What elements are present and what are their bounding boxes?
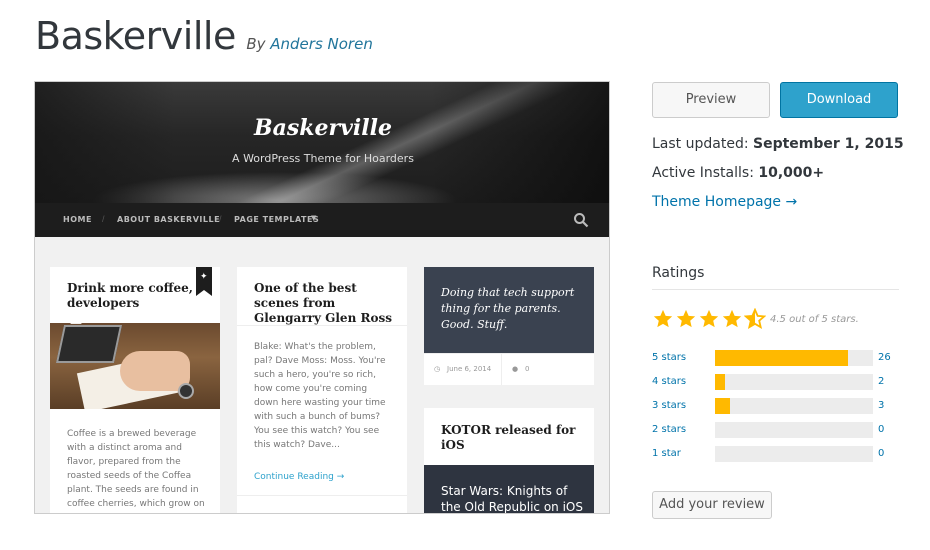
rating-row[interactable]: 4 stars 2	[652, 374, 900, 390]
rating-row-count[interactable]: 2	[878, 376, 884, 387]
preview-navbar: HOME / ABOUT BASKERVILLE / PAGE TEMPLATE…	[35, 203, 609, 237]
post-title: Drink more coffee, developers	[67, 281, 193, 310]
quote-text: Doing that tech support thing for the pa…	[441, 286, 575, 331]
rating-bar-fill	[715, 350, 848, 366]
post-date: June 6, 2014	[447, 365, 492, 373]
star-full-icon	[653, 309, 673, 328]
post-card: ✦ Drink more coffee, developers Coffee i…	[50, 267, 220, 513]
rating-row-count[interactable]: 3	[878, 400, 884, 411]
star-full-icon	[722, 309, 742, 328]
theme-name: Baskerville	[35, 14, 236, 58]
preview-button[interactable]: Preview	[652, 82, 770, 118]
clock-icon: ◷	[434, 365, 441, 373]
rating-bar-track	[715, 398, 873, 414]
post-excerpt: Blake: What's the problem, pal? Dave Mos…	[254, 342, 386, 450]
post-meta: ◷ June 6, 2014 ● 0	[424, 353, 594, 385]
rating-bar-track	[715, 350, 873, 366]
nav-home: HOME	[63, 215, 92, 224]
rating-bar-track	[715, 422, 873, 438]
rating-row[interactable]: 1 star 0	[652, 446, 900, 462]
star-full-icon	[699, 309, 719, 328]
star-half-icon	[744, 308, 766, 330]
installs-label: Active Installs:	[652, 165, 754, 181]
nav-page-templates: PAGE TEMPLATES	[234, 215, 320, 224]
last-updated: Last updated: September 1, 2015	[652, 136, 904, 152]
rating-bar-fill	[715, 398, 730, 414]
rating-row[interactable]: 2 stars 0	[652, 422, 900, 438]
last-updated-label: Last updated:	[652, 136, 749, 152]
theme-title: Baskerville By Anders Noren	[35, 14, 373, 58]
rating-row-count[interactable]: 26	[878, 352, 891, 363]
post-card: KOTOR released for iOS Star Wars: Knight…	[424, 408, 594, 514]
rating-row-label[interactable]: 1 star	[652, 448, 681, 459]
by-label: By	[246, 35, 266, 53]
rating-bar-track	[715, 446, 873, 462]
star-full-icon	[676, 309, 696, 328]
comment-icon: ●	[512, 365, 519, 373]
nav-about: ABOUT BASKERVILLE	[117, 215, 221, 224]
rating-row-label[interactable]: 3 stars	[652, 400, 686, 411]
installs-value: 10,000+	[758, 165, 825, 181]
continue-reading-link: Continue Reading →	[254, 472, 345, 482]
author-link[interactable]: Anders Noren	[270, 35, 373, 53]
rating-summary: 4.5 out of 5 stars.	[770, 314, 859, 325]
caret-down-icon: ▼	[311, 214, 317, 222]
post-excerpt: Star Wars: Knights of the Old Republic o…	[441, 484, 583, 514]
site-title: Baskerville	[254, 115, 392, 141]
rating-row[interactable]: 5 stars 26	[652, 350, 900, 366]
hero-image: Baskerville A WordPress Theme for Hoarde…	[35, 82, 609, 203]
last-updated-value: September 1, 2015	[753, 136, 904, 152]
search-icon	[574, 213, 589, 228]
post-title: KOTOR released for iOS	[441, 423, 576, 452]
rating-row-label[interactable]: 4 stars	[652, 376, 686, 387]
active-installs: Active Installs: 10,000+	[652, 165, 824, 181]
download-button[interactable]: Download	[780, 82, 898, 118]
ratings-heading: Ratings	[652, 265, 705, 281]
theme-homepage-link[interactable]: Theme Homepage →	[652, 194, 797, 210]
comment-count: 0	[525, 365, 530, 373]
quote-card: Doing that tech support thing for the pa…	[424, 267, 594, 385]
rating-row[interactable]: 3 stars 3	[652, 398, 900, 414]
site-tagline: A WordPress Theme for Hoarders	[232, 152, 414, 165]
post-card: One of the best scenes from Glengarry Gl…	[237, 267, 407, 513]
rating-row-count[interactable]: 0	[878, 424, 884, 435]
rating-row-label[interactable]: 5 stars	[652, 352, 686, 363]
rating-bar-fill	[715, 374, 726, 390]
star-rating	[652, 308, 767, 330]
post-title: One of the best scenes from Glengarry Gl…	[254, 281, 392, 325]
add-review-button[interactable]: Add your review	[652, 491, 772, 519]
rating-row-label[interactable]: 2 stars	[652, 424, 686, 435]
rating-row-count[interactable]: 0	[878, 448, 884, 459]
divider	[652, 289, 899, 290]
post-image	[50, 323, 220, 409]
rating-bar-track	[715, 374, 873, 390]
by-line: By Anders Noren	[246, 35, 373, 53]
theme-screenshot: Baskerville A WordPress Theme for Hoarde…	[34, 81, 610, 514]
post-excerpt: Coffee is a brewed beverage with a disti…	[67, 429, 205, 509]
